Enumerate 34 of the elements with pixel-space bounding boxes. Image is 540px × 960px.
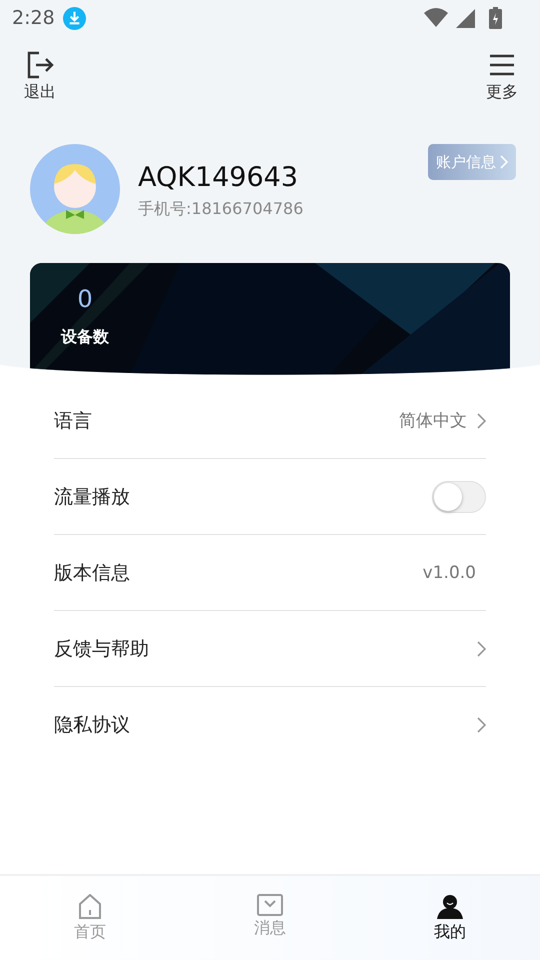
setting-label: 语言	[54, 408, 92, 434]
chevron-icon	[477, 716, 486, 732]
setting-label: 隐私协议	[54, 712, 130, 738]
setting-label: 反馈与帮助	[54, 636, 149, 662]
toggle-switch[interactable]	[432, 480, 486, 512]
setting-value: v1.0.0	[422, 562, 476, 582]
setting-row[interactable]: 隐私协议	[54, 687, 486, 762]
username: AQK149643	[138, 162, 300, 193]
inbox-icon	[257, 894, 283, 916]
avatar-icon	[30, 144, 120, 234]
status-time: 2:28	[12, 7, 55, 29]
device-count: 0	[77, 285, 93, 313]
logout-button[interactable]: 退出	[24, 50, 56, 106]
setting-row[interactable]: 语言 简体中文	[54, 383, 486, 459]
setting-value: 简体中文	[399, 410, 467, 432]
nav-tab[interactable]: 我的	[360, 876, 540, 960]
download-icon	[62, 6, 86, 30]
logout-icon	[25, 50, 55, 80]
person-icon	[437, 894, 463, 920]
chevron-icon	[477, 412, 486, 428]
phone-number: 手机号:18166704786	[138, 199, 304, 220]
setting-row[interactable]: 流量播放	[54, 459, 486, 535]
setting-label: 版本信息	[54, 560, 130, 586]
battery-icon	[489, 7, 502, 29]
setting-row[interactable]: 反馈与帮助	[54, 611, 486, 687]
setting-label: 流量播放	[54, 484, 130, 510]
setting-row[interactable]: 版本信息 v1.0.0	[54, 535, 486, 611]
signal-icon	[456, 8, 475, 28]
more-button[interactable]: 更多	[486, 50, 518, 106]
chevron-icon	[500, 155, 508, 169]
device-count-label: 设备数	[61, 327, 109, 348]
wifi-icon	[424, 8, 448, 28]
home-icon	[78, 894, 102, 920]
chevron-icon	[477, 640, 486, 656]
